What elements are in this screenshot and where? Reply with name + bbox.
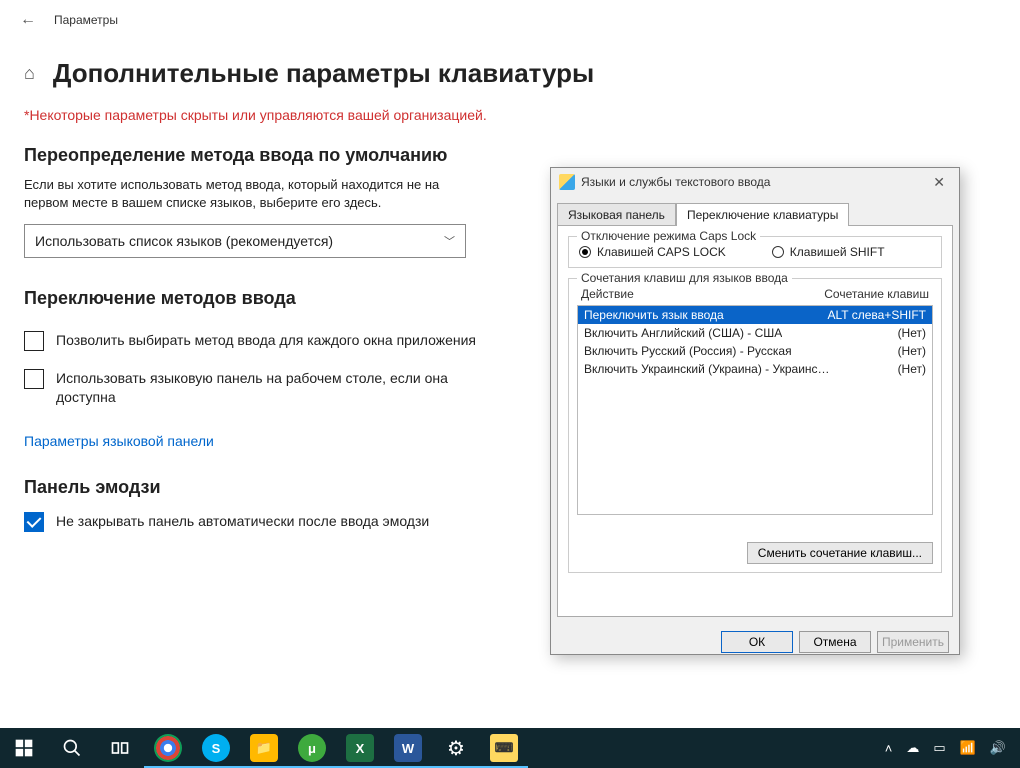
home-icon[interactable]: ⌂ xyxy=(24,63,35,84)
taskbar-app-chrome[interactable] xyxy=(144,728,192,768)
taskbar-app-keyboard[interactable]: ⌨ xyxy=(480,728,528,768)
tray-chevron-up-icon[interactable]: ˄ xyxy=(885,741,893,756)
back-icon[interactable]: ← xyxy=(20,11,36,29)
apply-button[interactable]: Применить xyxy=(877,631,949,653)
radio-capslock-label: Клавишей CAPS LOCK xyxy=(597,245,726,259)
taskbar-app-utorrent[interactable]: μ xyxy=(288,728,336,768)
taskbar: S 📁 μ X W ⚙ ⌨ ˄ ☁ ▭ 📶 🔊 xyxy=(0,728,1020,768)
change-shortcut-button[interactable]: Сменить сочетание клавиш... xyxy=(747,542,933,564)
tab-language-bar[interactable]: Языковая панель xyxy=(557,203,676,226)
tray-wifi-icon[interactable]: 📶 xyxy=(960,740,976,756)
tray-onedrive-icon[interactable]: ☁ xyxy=(906,740,919,756)
col-action: Действие xyxy=(581,287,634,301)
dialog-icon xyxy=(559,174,575,190)
input-method-dropdown[interactable]: Использовать список языков (рекомендуетс… xyxy=(24,224,466,258)
taskbar-app-excel[interactable]: X xyxy=(336,728,384,768)
override-heading: Переопределение метода ввода по умолчани… xyxy=(24,145,996,166)
checkbox-lang-bar-label: Использовать языковую панель на рабочем … xyxy=(56,369,498,407)
checkbox-per-window-label: Позволить выбирать метод ввода для каждо… xyxy=(56,331,476,350)
checkbox-emoji-autoclose-label: Не закрывать панель автоматически после … xyxy=(56,512,429,531)
tray-battery-icon[interactable]: ▭ xyxy=(933,740,945,756)
radio-capslock[interactable]: Клавишей CAPS LOCK xyxy=(579,245,726,259)
dropdown-value: Использовать список языков (рекомендуетс… xyxy=(35,233,333,249)
page-title: Дополнительные параметры клавиатуры xyxy=(53,58,594,89)
shortcuts-group-title: Сочетания клавиш для языков ввода xyxy=(577,271,792,285)
tab-keyboard-switch[interactable]: Переключение клавиатуры xyxy=(676,203,849,226)
taskbar-app-word[interactable]: W xyxy=(384,728,432,768)
checkbox-emoji-autoclose[interactable] xyxy=(24,512,44,532)
shortcut-row[interactable]: Включить Английский (США) - США (Нет) xyxy=(578,324,932,342)
search-icon[interactable] xyxy=(48,728,96,768)
chevron-down-icon: ﹀ xyxy=(444,233,455,249)
close-icon[interactable]: ✕ xyxy=(927,174,951,191)
task-view-icon[interactable] xyxy=(96,728,144,768)
radio-dot-icon xyxy=(772,246,784,258)
taskbar-app-explorer[interactable]: 📁 xyxy=(240,728,288,768)
shortcut-row[interactable]: Включить Украинский (Украина) - Украинск… xyxy=(578,360,932,378)
radio-dot-icon xyxy=(579,246,591,258)
checkbox-per-window[interactable] xyxy=(24,331,44,351)
lang-bar-options-link[interactable]: Параметры языковой панели xyxy=(24,433,214,449)
tray-volume-icon[interactable]: 🔊 xyxy=(990,740,1006,756)
system-tray[interactable]: ˄ ☁ ▭ 📶 🔊 xyxy=(885,740,1020,756)
shortcut-row[interactable]: Переключить язык ввода ALT слева+SHIFT xyxy=(578,306,932,324)
checkbox-lang-bar[interactable] xyxy=(24,369,44,389)
ok-button[interactable]: ОК xyxy=(721,631,793,653)
window-title: Параметры xyxy=(54,13,118,27)
start-button[interactable] xyxy=(0,728,48,768)
text-services-dialog: Языки и службы текстового ввода ✕ Языков… xyxy=(550,167,960,655)
taskbar-app-settings[interactable]: ⚙ xyxy=(432,728,480,768)
capslock-group-title: Отключение режима Caps Lock xyxy=(577,229,760,243)
override-text: Если вы хотите использовать метод ввода,… xyxy=(24,176,464,212)
radio-shift-label: Клавишей SHIFT xyxy=(790,245,885,259)
shortcut-list[interactable]: Переключить язык ввода ALT слева+SHIFT В… xyxy=(577,305,933,515)
radio-shift[interactable]: Клавишей SHIFT xyxy=(772,245,885,259)
taskbar-app-skype[interactable]: S xyxy=(192,728,240,768)
col-combo: Сочетание клавиш xyxy=(824,287,929,301)
shortcut-row[interactable]: Включить Русский (Россия) - Русская (Нет… xyxy=(578,342,932,360)
cancel-button[interactable]: Отмена xyxy=(799,631,871,653)
org-warning: *Некоторые параметры скрыты или управляю… xyxy=(24,107,996,123)
dialog-title: Языки и службы текстового ввода xyxy=(581,175,770,189)
